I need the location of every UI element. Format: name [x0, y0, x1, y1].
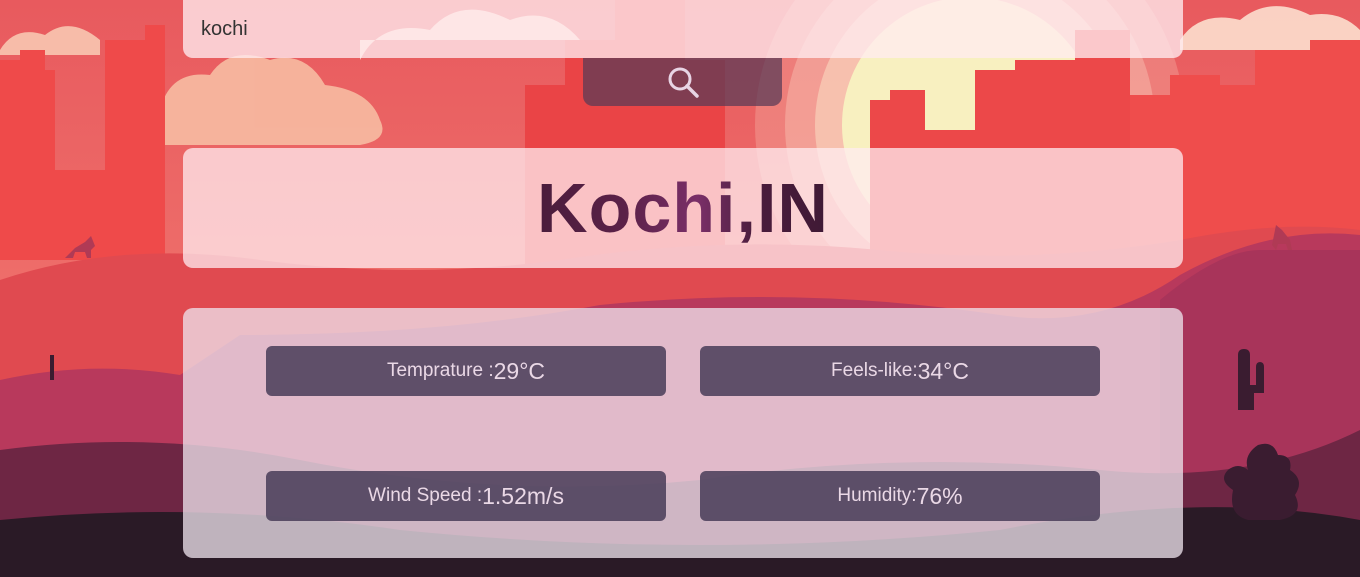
search-input[interactable]: [199, 16, 1167, 42]
search-icon: [668, 67, 699, 98]
wind-speed-label: Wind Speed :: [368, 485, 483, 506]
feels-like-label: Feels-like:: [831, 360, 918, 381]
humidity-label: Humidity:: [837, 485, 917, 506]
city-name: Kochi,IN: [537, 169, 829, 247]
wind-speed-value: 1.52m/s: [482, 482, 564, 509]
wind-speed-stat: Wind Speed :1.52m/s: [266, 471, 666, 521]
humidity-stat: Humidity: 76%: [700, 471, 1100, 521]
humidity-value: 76%: [916, 482, 963, 509]
temperature-value: 29°C: [493, 357, 546, 384]
feels-like-value: 34°C: [917, 357, 969, 384]
temperature-label: Temprature :: [386, 360, 494, 381]
feels-like-stat: Feels-like: 34°C: [700, 346, 1100, 396]
search-button[interactable]: [583, 58, 782, 106]
city-card: Kochi,IN: [183, 148, 1183, 268]
weather-stats-card: Temprature :29°C Feels-like: 34°C Wind Sp…: [183, 308, 1183, 558]
temperature-stat: Temprature :29°C: [266, 346, 666, 396]
search-box: [183, 0, 1183, 58]
